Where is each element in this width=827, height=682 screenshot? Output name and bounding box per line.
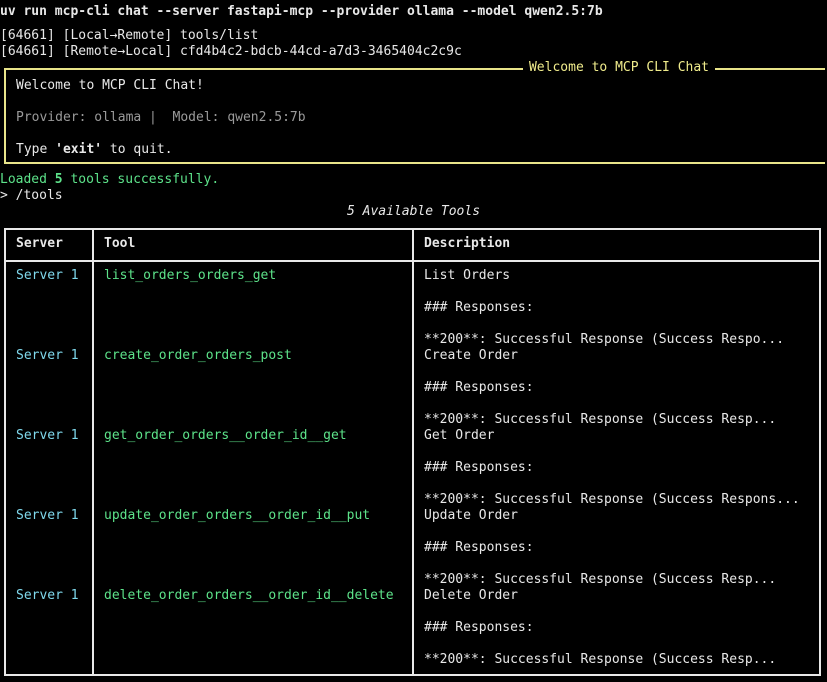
table-row-tool: delete_order_orders__order_id__delete [104,588,394,603]
column-divider [92,230,94,674]
provider-model-text: Provider: ollama | Model: qwen2.5:7b [16,110,306,125]
table-row-server: Server 1 [16,508,79,523]
tools-table: Server Tool Description Server 1 list_or… [4,228,821,676]
table-row-description: **200**: Successful Response (Success Re… [424,652,777,667]
table-row-tool: list_orders_orders_get [104,268,277,283]
quit-instruction: Type 'exit' to quit. [16,142,173,157]
table-row-tool: create_order_orders_post [104,348,292,363]
table-row-description: Create Order [424,348,518,363]
header-divider [6,260,819,262]
table-row-description: ### Responses: [424,620,534,635]
exit-command: 'exit' [55,142,103,157]
prompt-line[interactable]: > /tools [0,188,63,204]
table-row-description: **200**: Successful Response (Success Re… [424,492,800,507]
table-row-description: Update Order [424,508,518,523]
command-line: uv run mcp-cli chat --server fastapi-mcp… [0,4,603,19]
table-row-tool: update_order_orders__order_id__put [104,508,371,523]
column-header-server: Server [16,236,63,251]
table-title: 5 Available Tools [346,204,481,219]
table-row-server: Server 1 [16,348,79,363]
welcome-panel-title: Welcome to MCP CLI Chat [522,60,715,76]
table-row-server: Server 1 [16,268,79,283]
log-line: [64661] [Remote→Local] cfd4b4c2-bdcb-44c… [0,44,462,59]
column-header-description: Description [424,236,511,251]
table-row-description: **200**: Successful Response (Success Re… [424,332,785,347]
table-row-server: Server 1 [16,428,79,443]
status-message: Loaded 5 tools successfully. [0,172,220,187]
table-row-description: ### Responses: [424,300,534,315]
column-divider [412,230,414,674]
table-row-description: List Orders [424,268,511,283]
table-row-tool: get_order_orders__order_id__get [104,428,347,443]
table-row-server: Server 1 [16,588,79,603]
welcome-panel: Welcome to MCP CLI Chat Welcome to MCP C… [4,60,825,164]
tool-count: 5 [54,172,63,187]
table-row-description: Delete Order [424,588,518,603]
column-header-tool: Tool [104,236,136,251]
table-row-description: ### Responses: [424,460,534,475]
log-line: [64661] [Local→Remote] tools/list [0,28,259,43]
table-row-description: **200**: Successful Response (Success Re… [424,412,777,427]
table-row-description: ### Responses: [424,540,534,555]
terminal-window[interactable]: uv run mcp-cli chat --server fastapi-mcp… [0,0,827,682]
table-row-description: Get Order [424,428,495,443]
table-row-description: **200**: Successful Response (Success Re… [424,572,777,587]
table-row-description: ### Responses: [424,380,534,395]
welcome-text: Welcome to MCP CLI Chat! [16,78,204,93]
